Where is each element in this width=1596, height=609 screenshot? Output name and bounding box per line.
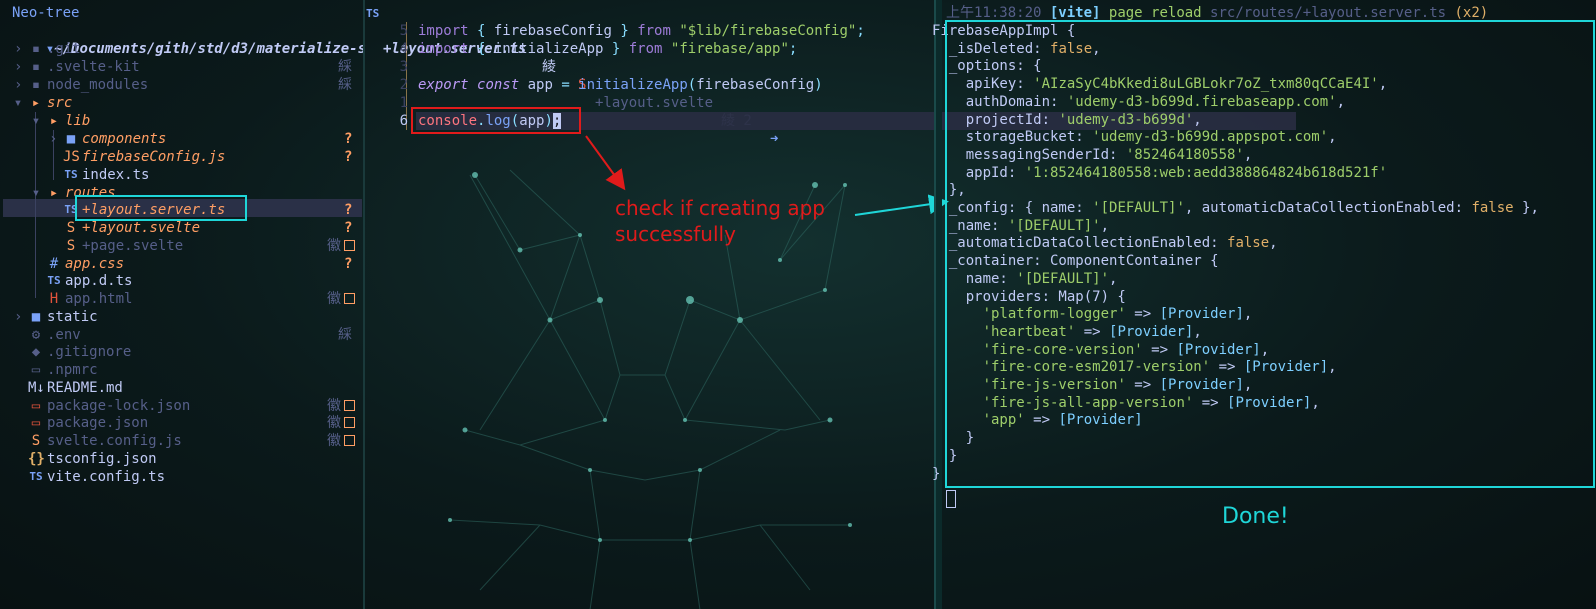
log-path: src/routes/+layout.server.ts — [1210, 5, 1447, 21]
terminal-token: } — [932, 465, 941, 482]
red-arrow — [585, 135, 626, 191]
log-count: (x2) — [1454, 5, 1489, 21]
log-time: 上午11:38:20 — [946, 5, 1042, 21]
log-vite-tag: [vite] — [1049, 5, 1101, 21]
terminal-cursor — [946, 490, 956, 508]
log-message: page reload — [1108, 5, 1202, 21]
terminal-line: } — [932, 465, 940, 483]
done-annotation: Done! — [1222, 504, 1289, 529]
highlight-box-cyan — [945, 20, 1595, 488]
